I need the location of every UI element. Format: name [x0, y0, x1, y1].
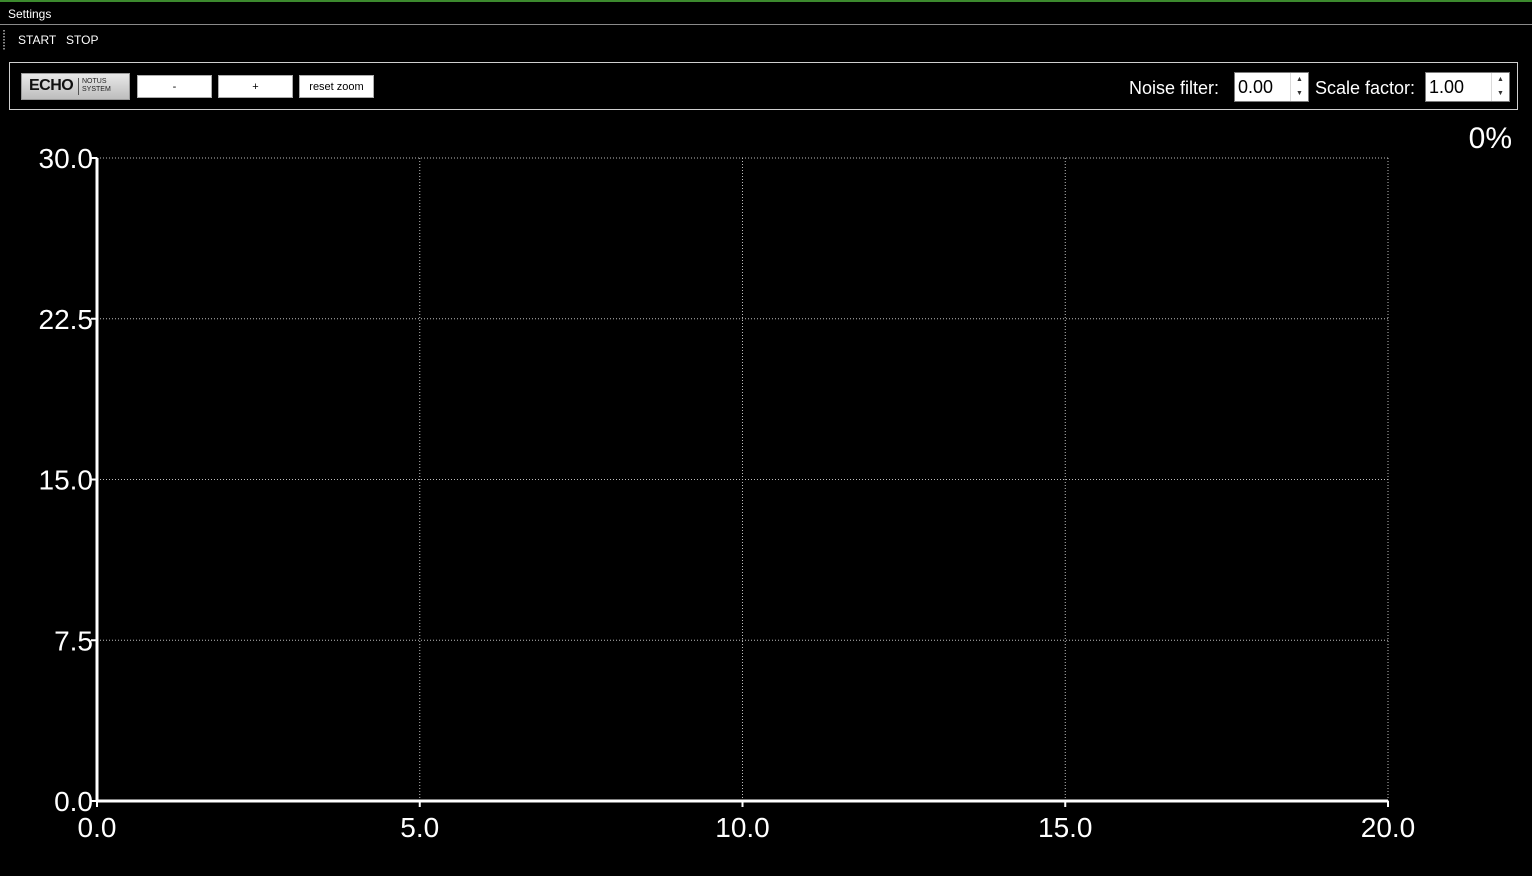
x-tick-label: 10.0 — [715, 812, 770, 843]
zoom-in-button[interactable]: + — [218, 75, 293, 98]
scale-factor-input[interactable] — [1426, 73, 1494, 101]
scale-factor-label: Scale factor: — [1315, 78, 1416, 98]
logo-sub-text-1: NOTUS — [82, 78, 107, 85]
echo-logo: ECHO NOTUS SYSTEM — [21, 73, 130, 100]
start-button[interactable]: START — [18, 33, 56, 47]
noise-filter-label: Noise filter: — [1129, 78, 1220, 98]
scale-factor-up-icon[interactable]: ▲ — [1492, 73, 1509, 87]
toolstrip: START STOP — [0, 25, 1532, 55]
x-tick-label: 15.0 — [1038, 812, 1093, 843]
stop-button[interactable]: STOP — [66, 33, 98, 47]
logo-sub-text-2: SYSTEM — [82, 86, 111, 93]
noise-filter-input[interactable] — [1235, 73, 1293, 101]
noise-filter-down-icon[interactable]: ▼ — [1291, 87, 1308, 101]
settings-menu[interactable]: Settings — [8, 7, 51, 21]
y-tick-label: 22.5 — [39, 304, 94, 335]
y-tick-label: 30.0 — [39, 143, 94, 174]
x-tick-label: 20.0 — [1361, 812, 1416, 843]
signal-chart: 0.0 5.0 10.0 15.0 20.00.07.515.022.530.0 — [39, 143, 1416, 843]
noise-filter-up-icon[interactable]: ▲ — [1291, 73, 1308, 87]
y-tick-label: 0.0 — [54, 786, 93, 817]
scale-factor-spinbox: ▲ ▼ — [1425, 72, 1510, 102]
zoom-out-button[interactable]: - — [137, 75, 212, 98]
control-panel: ECHO NOTUS SYSTEM - + reset zoom Noise f… — [9, 62, 1518, 110]
menu-bar: Settings — [0, 2, 1532, 25]
noise-filter-spinbox: ▲ ▼ — [1234, 72, 1309, 102]
x-tick-label: 5.0 — [400, 812, 439, 843]
y-tick-label: 7.5 — [54, 625, 93, 656]
scale-factor-down-icon[interactable]: ▼ — [1492, 87, 1509, 101]
logo-divider — [78, 78, 79, 95]
scale-factor-arrows: ▲ ▼ — [1491, 73, 1509, 101]
noise-filter-arrows: ▲ ▼ — [1290, 73, 1308, 101]
reset-zoom-button[interactable]: reset zoom — [299, 75, 374, 98]
y-tick-label: 15.0 — [39, 465, 94, 496]
toolstrip-grip[interactable] — [3, 30, 5, 50]
logo-main-text: ECHO — [29, 77, 74, 94]
